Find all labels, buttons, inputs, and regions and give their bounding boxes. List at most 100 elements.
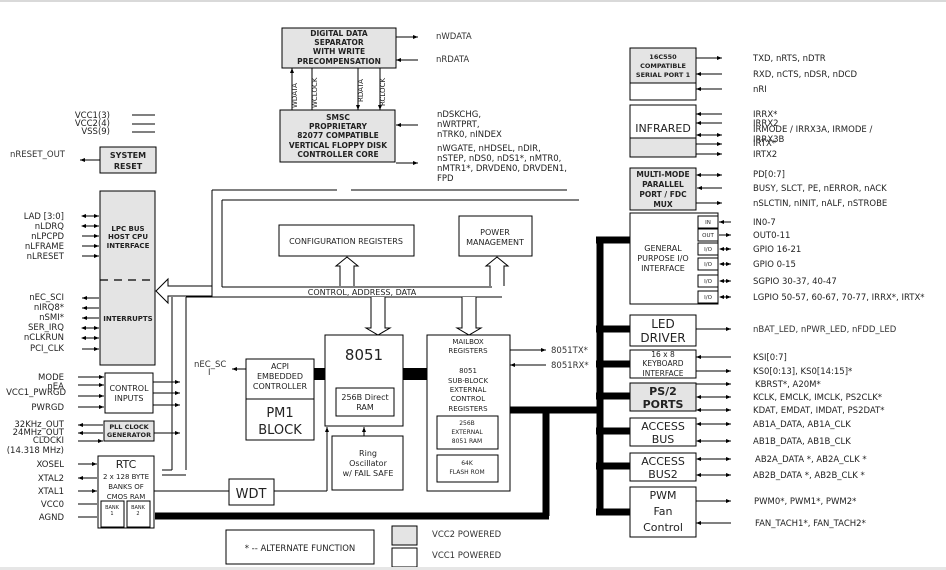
pin-vss: VSS(9) [81, 127, 110, 137]
pin-kbd: KS0[0:13], KS0[14:15]* [753, 367, 852, 377]
pwm-line: PWM [649, 489, 676, 502]
bus-label: CONTROL, ADDRESS, DATA [308, 288, 417, 297]
keyboard-line: INTERFACE [643, 369, 684, 378]
signal-nreset-out: nRESET_OUT [10, 150, 66, 160]
led-line: DRIVER [640, 331, 685, 345]
pin-serial: RXD, nCTS, nDSR, nDCD [753, 70, 857, 80]
gpio-line: PURPOSE I/O [637, 254, 688, 263]
direct-ram-line: 256B Direct [341, 393, 388, 402]
pin-vcc1-pwrgd: VCC1_PWRGD [6, 388, 66, 398]
signal-nwdata: nWDATA [436, 32, 472, 42]
infrared-label: INFRARED [635, 122, 691, 135]
cpu-mailbox-bus [403, 368, 428, 380]
pin-kbd: KSI[0:7] [753, 353, 787, 363]
pin-nclkrun: nCLKRUN [24, 333, 64, 343]
pin-pci-clk: PCI_CLK [30, 344, 64, 354]
ext-ram-line: 8051 RAM [452, 438, 482, 445]
pin-nsmi: nSMI* [39, 313, 64, 323]
gpio-port-out: OUT [702, 233, 714, 239]
subblock-line: 8051 [459, 367, 477, 375]
pin-gpio: GPIO 16-21 [753, 245, 801, 255]
lpc-line: HOST CPU [108, 233, 148, 241]
signal-fdc: FPD [437, 174, 454, 184]
pin-nlframe: nLFRAME [25, 242, 64, 252]
gpio-line: GENERAL [644, 244, 682, 253]
signal-fdc: nDSKCHG, [437, 110, 481, 120]
infrared-lower [629, 137, 697, 158]
pin-parallel: PD[0:7] [753, 170, 785, 180]
pin-xtal2: XTAL2 [38, 474, 64, 484]
pin-pwrgd: PWRGD [31, 403, 64, 413]
legend-alternate-function: * -- ALTERNATE FUNCTION [245, 544, 356, 554]
legend-vcc2-label: VCC2 POWERED [432, 530, 502, 540]
pin-nlreset: nLRESET [27, 252, 65, 262]
legend-vcc1-swatch [391, 547, 418, 568]
dds-line: PRECOMPENSATION [297, 57, 381, 66]
pin-gpio: GPIO 0-15 [753, 260, 796, 270]
pin-clocki: CLOCKI [33, 436, 64, 446]
access-bus-line: ACCESS [641, 420, 685, 433]
signal-rclock: RCLOCK [379, 78, 387, 106]
ext-ram-line: 256B [459, 420, 475, 427]
acpi-8051-bus [314, 368, 326, 380]
parallel-line: MUX [653, 200, 673, 209]
parallel-line: PARALLEL [642, 180, 684, 189]
config-registers-label: CONFIGURATION REGISTERS [289, 237, 403, 246]
pin-ir: IRTX2 [753, 150, 777, 160]
pin-ab: AB1B_DATA, AB1B_CLK [753, 437, 851, 447]
block-diagram: DIGITAL DATA SEPARATOR WITH WRITE PRECOM… [6, 27, 925, 568]
acpi-line: ACPI [271, 362, 289, 371]
signal-fdc: nWRTPRT, [437, 120, 480, 130]
system-reset-line: RESET [114, 162, 143, 171]
pin-ps2: KCLK, EMCLK, IMCLK, PS2CLK* [753, 393, 882, 403]
direct-ram-line: RAM [356, 403, 374, 412]
subblock-line: CONTROL [451, 395, 485, 403]
gpio-port-io: I/O [704, 262, 712, 268]
fdc-line: 82077 COMPATIBLE [297, 131, 379, 140]
pll-line: PLL CLOCK [109, 423, 149, 431]
power-mgmt-line: POWER [480, 228, 510, 237]
serial-line: COMPATIBLE [640, 62, 686, 70]
pin-agnd: AGND [39, 513, 65, 523]
serial-line: SERIAL PORT 1 [636, 71, 691, 79]
fdc-line: CONTROLLER CORE [297, 150, 378, 159]
pin-nldrq: nLDRQ [35, 222, 65, 232]
signal-8051tx: 8051TX* [551, 346, 588, 356]
lpc-line: LPC BUS [111, 225, 144, 233]
pin-pwm: PWM0*, PWM1*, PWM2* [754, 497, 856, 507]
pin-ab2: AB2A_DATA *, AB2A_CLK * [755, 455, 867, 465]
fdc-line: SMSC [326, 113, 350, 122]
ring-osc-line: w/ FAIL SAFE [343, 469, 394, 478]
subblock-line: SUB-BLOCK [448, 377, 488, 385]
pm1-line: PM1 [266, 406, 293, 421]
acpi-line: CONTROLLER [253, 382, 308, 391]
pin-ab: AB1A_DATA, AB1A_CLK [753, 420, 851, 430]
ext-ram-line: EXTERNAL [451, 429, 483, 436]
legend-vcc2-swatch [391, 525, 418, 546]
ring-osc-line: Oscillator [349, 459, 387, 468]
gpio-line: INTERFACE [641, 264, 685, 273]
signal-rdata: RDATA [357, 79, 365, 102]
signal-nrdata: nRDATA [436, 55, 469, 65]
pin-ir: IRMODE / IRRX3A, IRMODE / [753, 125, 872, 135]
signal-fdc: nWGATE, nHDSEL, nDIR, [437, 144, 541, 154]
gpio-port-io: I/O [704, 247, 712, 253]
pin-gpio: SGPIO 30-37, 40-47 [753, 277, 837, 287]
signal-wdata: WDATA [291, 83, 299, 108]
signal-fdc: nTRK0, nINDEX [437, 130, 502, 140]
dds-line: DIGITAL DATA [310, 29, 368, 38]
pin-gpio: LGPIO 50-57, 60-67, 70-77, IRRX*, IRTX* [753, 293, 925, 303]
acpi-line: EMBEDDED [257, 372, 303, 381]
ps2-line: PS/2 [649, 385, 677, 398]
signal-fdc: nMTR1*, DRVDEN0, DRVDEN1, [437, 164, 567, 174]
pin-nec-sci: nEC_SCI [29, 293, 64, 303]
pin-gpio: IN0-7 [753, 218, 776, 228]
bank2-num: 2 [136, 511, 139, 517]
legend-vcc1-label: VCC1 POWERED [432, 551, 502, 561]
rtc-line: BANKS OF [108, 483, 144, 491]
pin-nirq8: nIRQ8* [34, 303, 64, 313]
serial-line: 16C550 [649, 53, 677, 61]
interrupts-label: INTERRUPTS [103, 315, 152, 323]
serial-port-lower [629, 82, 697, 101]
pin-ser-irq: SER_IRQ [28, 323, 64, 333]
